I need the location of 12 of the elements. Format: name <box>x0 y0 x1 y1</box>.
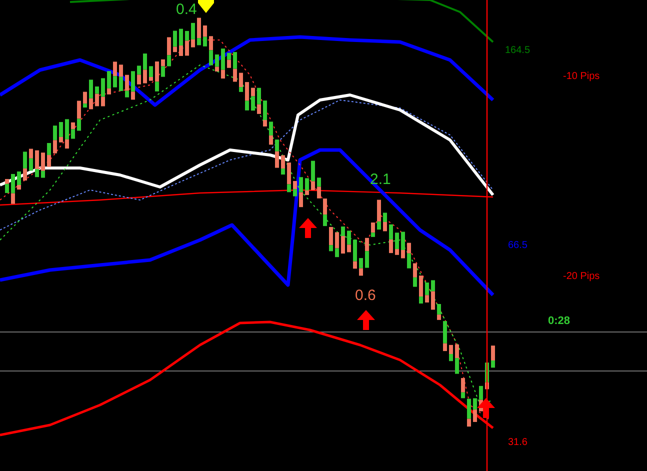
signal-value-label: 2.1 <box>370 171 391 188</box>
down-arrow-icon <box>198 0 214 13</box>
band-value-label: 164.5 <box>505 45 530 56</box>
pip-level-label: -20 Pips <box>563 271 600 282</box>
signal-value-label: 0.4 <box>176 1 197 18</box>
band-value-label: 31.6 <box>508 437 528 448</box>
signal-value-label: 0.6 <box>355 287 376 304</box>
countdown-timer: 0:28 <box>548 315 570 327</box>
up-arrow-icon <box>299 218 317 238</box>
band-value-label: 66.5 <box>508 240 528 251</box>
up-arrow-icon <box>357 310 375 330</box>
pip-level-label: -10 Pips <box>563 71 600 82</box>
